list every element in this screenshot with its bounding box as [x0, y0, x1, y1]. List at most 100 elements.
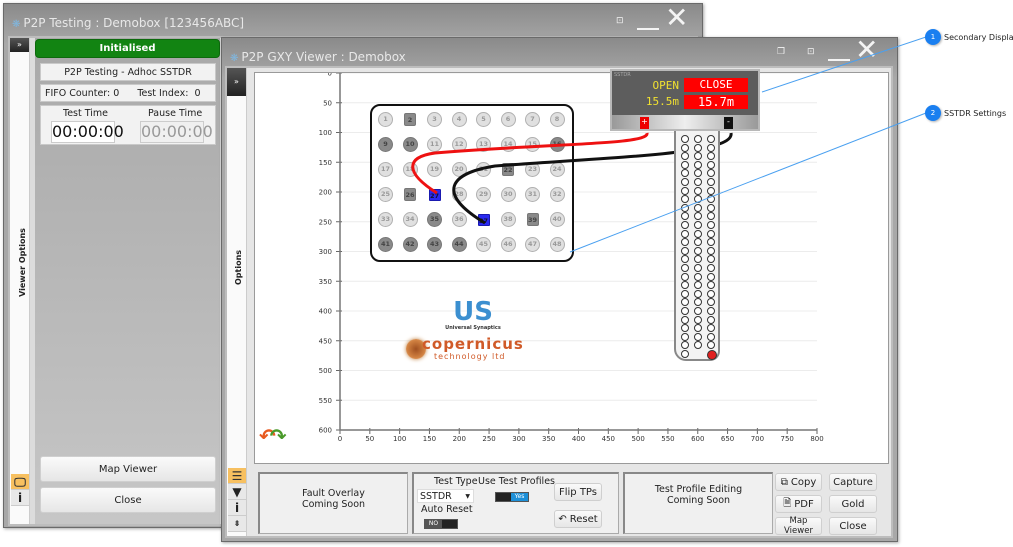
map-viewer-button[interactable]: Map Viewer: [40, 456, 216, 482]
more-icon[interactable]: ⇟: [228, 516, 246, 532]
pin-window-icon[interactable]: ⊡: [807, 47, 815, 57]
pin-11[interactable]: 11: [427, 137, 442, 152]
pin-27[interactable]: 27: [428, 188, 441, 201]
pin-6[interactable]: 6: [500, 112, 516, 127]
pin-46[interactable]: 46: [500, 237, 516, 252]
pin-32[interactable]: 32: [549, 187, 565, 202]
use-test-profiles-label: Use Test Profiles: [478, 476, 555, 487]
gxy-plot-area[interactable]: 0 50 100 150 200 250 300 350 400 450 500 550 600 0 50 1…: [254, 69, 889, 464]
pin-17[interactable]: 17: [378, 162, 393, 177]
pin-23[interactable]: 23: [525, 162, 540, 177]
pin-19[interactable]: 19: [427, 162, 442, 177]
pin-7[interactable]: 7: [525, 112, 540, 127]
info-icon[interactable]: i: [228, 500, 246, 516]
pin-39[interactable]: 39: [526, 213, 539, 226]
pin-22[interactable]: 22: [502, 163, 514, 176]
close-button[interactable]: Close: [40, 487, 216, 513]
expand-button[interactable]: »: [10, 38, 29, 52]
pin-30[interactable]: 30: [500, 187, 516, 202]
close-button[interactable]: Close: [829, 517, 877, 535]
pin-13[interactable]: 13: [476, 137, 491, 152]
pin-20[interactable]: 20: [451, 162, 467, 177]
connector-pin: [707, 324, 715, 333]
pin-24[interactable]: 24: [549, 162, 565, 177]
connector-pin: [707, 221, 715, 229]
map-viewer-button[interactable]: Map Viewer: [775, 516, 822, 536]
close-window-button[interactable]: ✕: [665, 4, 688, 32]
connector-pin: [694, 229, 702, 238]
minimize-button[interactable]: [637, 28, 659, 30]
pin-14[interactable]: 14: [500, 137, 516, 152]
gold-button[interactable]: Gold: [829, 495, 877, 513]
connector-pin: [707, 169, 715, 178]
pin-28[interactable]: 28: [451, 187, 467, 202]
monitor-icon[interactable]: 🖵: [11, 474, 29, 490]
filter-icon[interactable]: ▼: [228, 484, 246, 500]
pin-36[interactable]: 36: [451, 212, 467, 227]
viewer-window: ❋ P2P GXY Viewer : Demobox ❐ ⊡ ✕ » Option…: [221, 36, 898, 542]
pin-16[interactable]: 16: [549, 137, 565, 152]
pin-15[interactable]: 15: [525, 137, 540, 152]
copy-button[interactable]: ⧉ Copy: [775, 473, 822, 491]
use-test-profiles-toggle[interactable]: Yes: [495, 492, 529, 502]
pin-4[interactable]: 4: [451, 112, 467, 127]
pin-38[interactable]: 38: [500, 212, 516, 227]
capture-button[interactable]: Capture: [829, 473, 877, 491]
viewer-options-tab[interactable]: » Viewer Options: [10, 38, 30, 524]
connector-pin: [694, 143, 702, 152]
sstdr-settings-panel: Test Type SSTDR ▼ Auto Reset NO Use Test …: [412, 472, 619, 534]
pin-8[interactable]: 8: [549, 112, 565, 127]
test-type-select[interactable]: SSTDR ▼: [417, 489, 474, 503]
pause-time-label: Pause Time: [148, 108, 203, 119]
plus-terminal: +: [640, 117, 649, 129]
reset-button[interactable]: ↶ Reset: [554, 510, 602, 528]
connector-pin: [681, 221, 689, 229]
pin-29[interactable]: 29: [476, 187, 491, 202]
pin-44[interactable]: 44: [451, 237, 467, 252]
pin-48[interactable]: 48: [549, 237, 565, 252]
connector-pin: [681, 178, 689, 186]
pin-35[interactable]: 35: [427, 212, 442, 227]
auto-reset-label: Auto Reset: [421, 504, 473, 515]
pdf-button[interactable]: 🗎 PDF: [775, 495, 822, 513]
pin-31[interactable]: 31: [525, 187, 540, 202]
pin-5[interactable]: 5: [476, 112, 491, 127]
flip-tps-button[interactable]: Flip TPs: [554, 483, 602, 501]
pin-1[interactable]: 1: [378, 112, 393, 127]
pin-33[interactable]: 33: [378, 212, 393, 227]
pin-45[interactable]: 45: [476, 237, 491, 252]
left-panel: Initialised P2P Testing - Adhoc SSTDR FI…: [35, 38, 220, 524]
pin-21[interactable]: 21: [476, 162, 491, 177]
x-tick-label: 550: [661, 435, 674, 443]
close-window-button[interactable]: ✕: [855, 36, 878, 64]
expand-button[interactable]: »: [227, 68, 246, 96]
connector-pin: [694, 203, 702, 212]
connector-pin: [681, 143, 689, 152]
pin-41[interactable]: 41: [378, 237, 393, 252]
pin-42[interactable]: 42: [402, 237, 418, 252]
close-label: CLOSE: [684, 78, 748, 92]
pin-40[interactable]: 40: [549, 212, 565, 227]
pin-window-icon[interactable]: ⊡: [616, 16, 624, 26]
options-tab[interactable]: » Options: [227, 68, 247, 536]
settings-icon[interactable]: ☰: [228, 468, 246, 484]
pin-43[interactable]: 43: [427, 237, 442, 252]
x-tick-label: 50: [365, 435, 374, 443]
connector-pin: [681, 152, 689, 161]
restore-icon[interactable]: ❐: [777, 47, 785, 57]
pin-12[interactable]: 12: [451, 137, 467, 152]
pin-3[interactable]: 3: [427, 112, 442, 127]
refresh-icon[interactable]: ↶↷: [259, 424, 287, 448]
pin-47[interactable]: 47: [525, 237, 540, 252]
pin-2[interactable]: 2: [404, 113, 416, 126]
info-icon[interactable]: i: [11, 490, 29, 506]
pin-26[interactable]: 26: [404, 188, 416, 201]
minimize-button[interactable]: [828, 59, 850, 61]
pin-34[interactable]: 34: [402, 212, 418, 227]
pin-37[interactable]: 37: [477, 213, 490, 226]
pin-25[interactable]: 25: [378, 187, 393, 202]
pin-10[interactable]: 10: [402, 137, 418, 152]
pin-18[interactable]: 18: [402, 162, 418, 177]
pin-9[interactable]: 9: [378, 137, 393, 152]
auto-reset-toggle[interactable]: NO: [424, 519, 458, 529]
